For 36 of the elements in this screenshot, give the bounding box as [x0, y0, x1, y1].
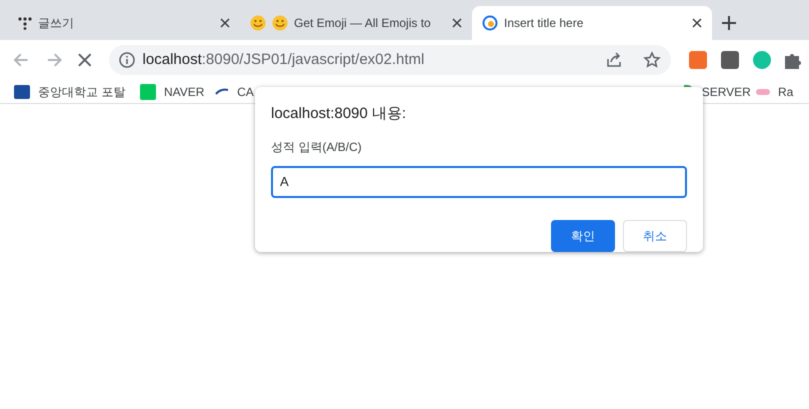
bookmark-link[interactable]: CA: [237, 82, 254, 100]
url-text: localhost:8090/JSP01/javascript/ex02.html: [142, 50, 426, 70]
puzzle-icon[interactable]: [785, 51, 802, 69]
bookmark-link[interactable]: Ra: [778, 82, 794, 100]
close-icon[interactable]: [220, 18, 230, 28]
extension-icon[interactable]: [689, 51, 708, 69]
input-field[interactable]: A: [271, 166, 687, 198]
browser-tab[interactable]: Get Emoji — All Emojis to: [240, 6, 472, 40]
cancel-button[interactable]: 취소: [623, 220, 687, 252]
tab-title: 글쓰기: [38, 15, 75, 32]
smiley-icon: [272, 15, 288, 31]
tab-title: Insert title here: [504, 15, 584, 32]
share-icon[interactable]: [605, 51, 624, 69]
dialog-title: localhost:8090 내용:: [271, 104, 406, 124]
bookmark-icon: [14, 84, 30, 98]
close-icon[interactable]: [692, 18, 702, 28]
bookmark-icon: [756, 88, 770, 94]
globe-icon: [482, 15, 498, 31]
star-icon[interactable]: [643, 51, 662, 69]
tab-title: Get Emoji — All Emojis to: [294, 15, 432, 32]
bookmark-link[interactable]: NAVER: [164, 82, 204, 100]
bookmark-icon: [215, 88, 230, 96]
browser-tab[interactable]: Insert title here: [472, 6, 712, 40]
extension-icon[interactable]: [721, 51, 740, 69]
address-bar[interactable]: localhost:8090/JSP01/javascript/ex02.html: [108, 45, 672, 75]
close-icon[interactable]: [452, 18, 462, 28]
dots-icon: [18, 16, 32, 30]
smiley-icon: [250, 15, 266, 31]
info-icon[interactable]: [118, 52, 135, 68]
dialog-message: 성적 입력(A/B/C): [271, 138, 362, 156]
browser-tab[interactable]: 글쓰기: [8, 6, 240, 40]
bookmark-link[interactable]: SERVER: [702, 82, 751, 100]
new-tab-icon[interactable]: [722, 16, 736, 30]
bookmark-icon: [140, 84, 156, 100]
confirm-button[interactable]: 확인: [551, 220, 615, 252]
bookmark-link[interactable]: 중앙대학교 포탈: [38, 82, 126, 100]
